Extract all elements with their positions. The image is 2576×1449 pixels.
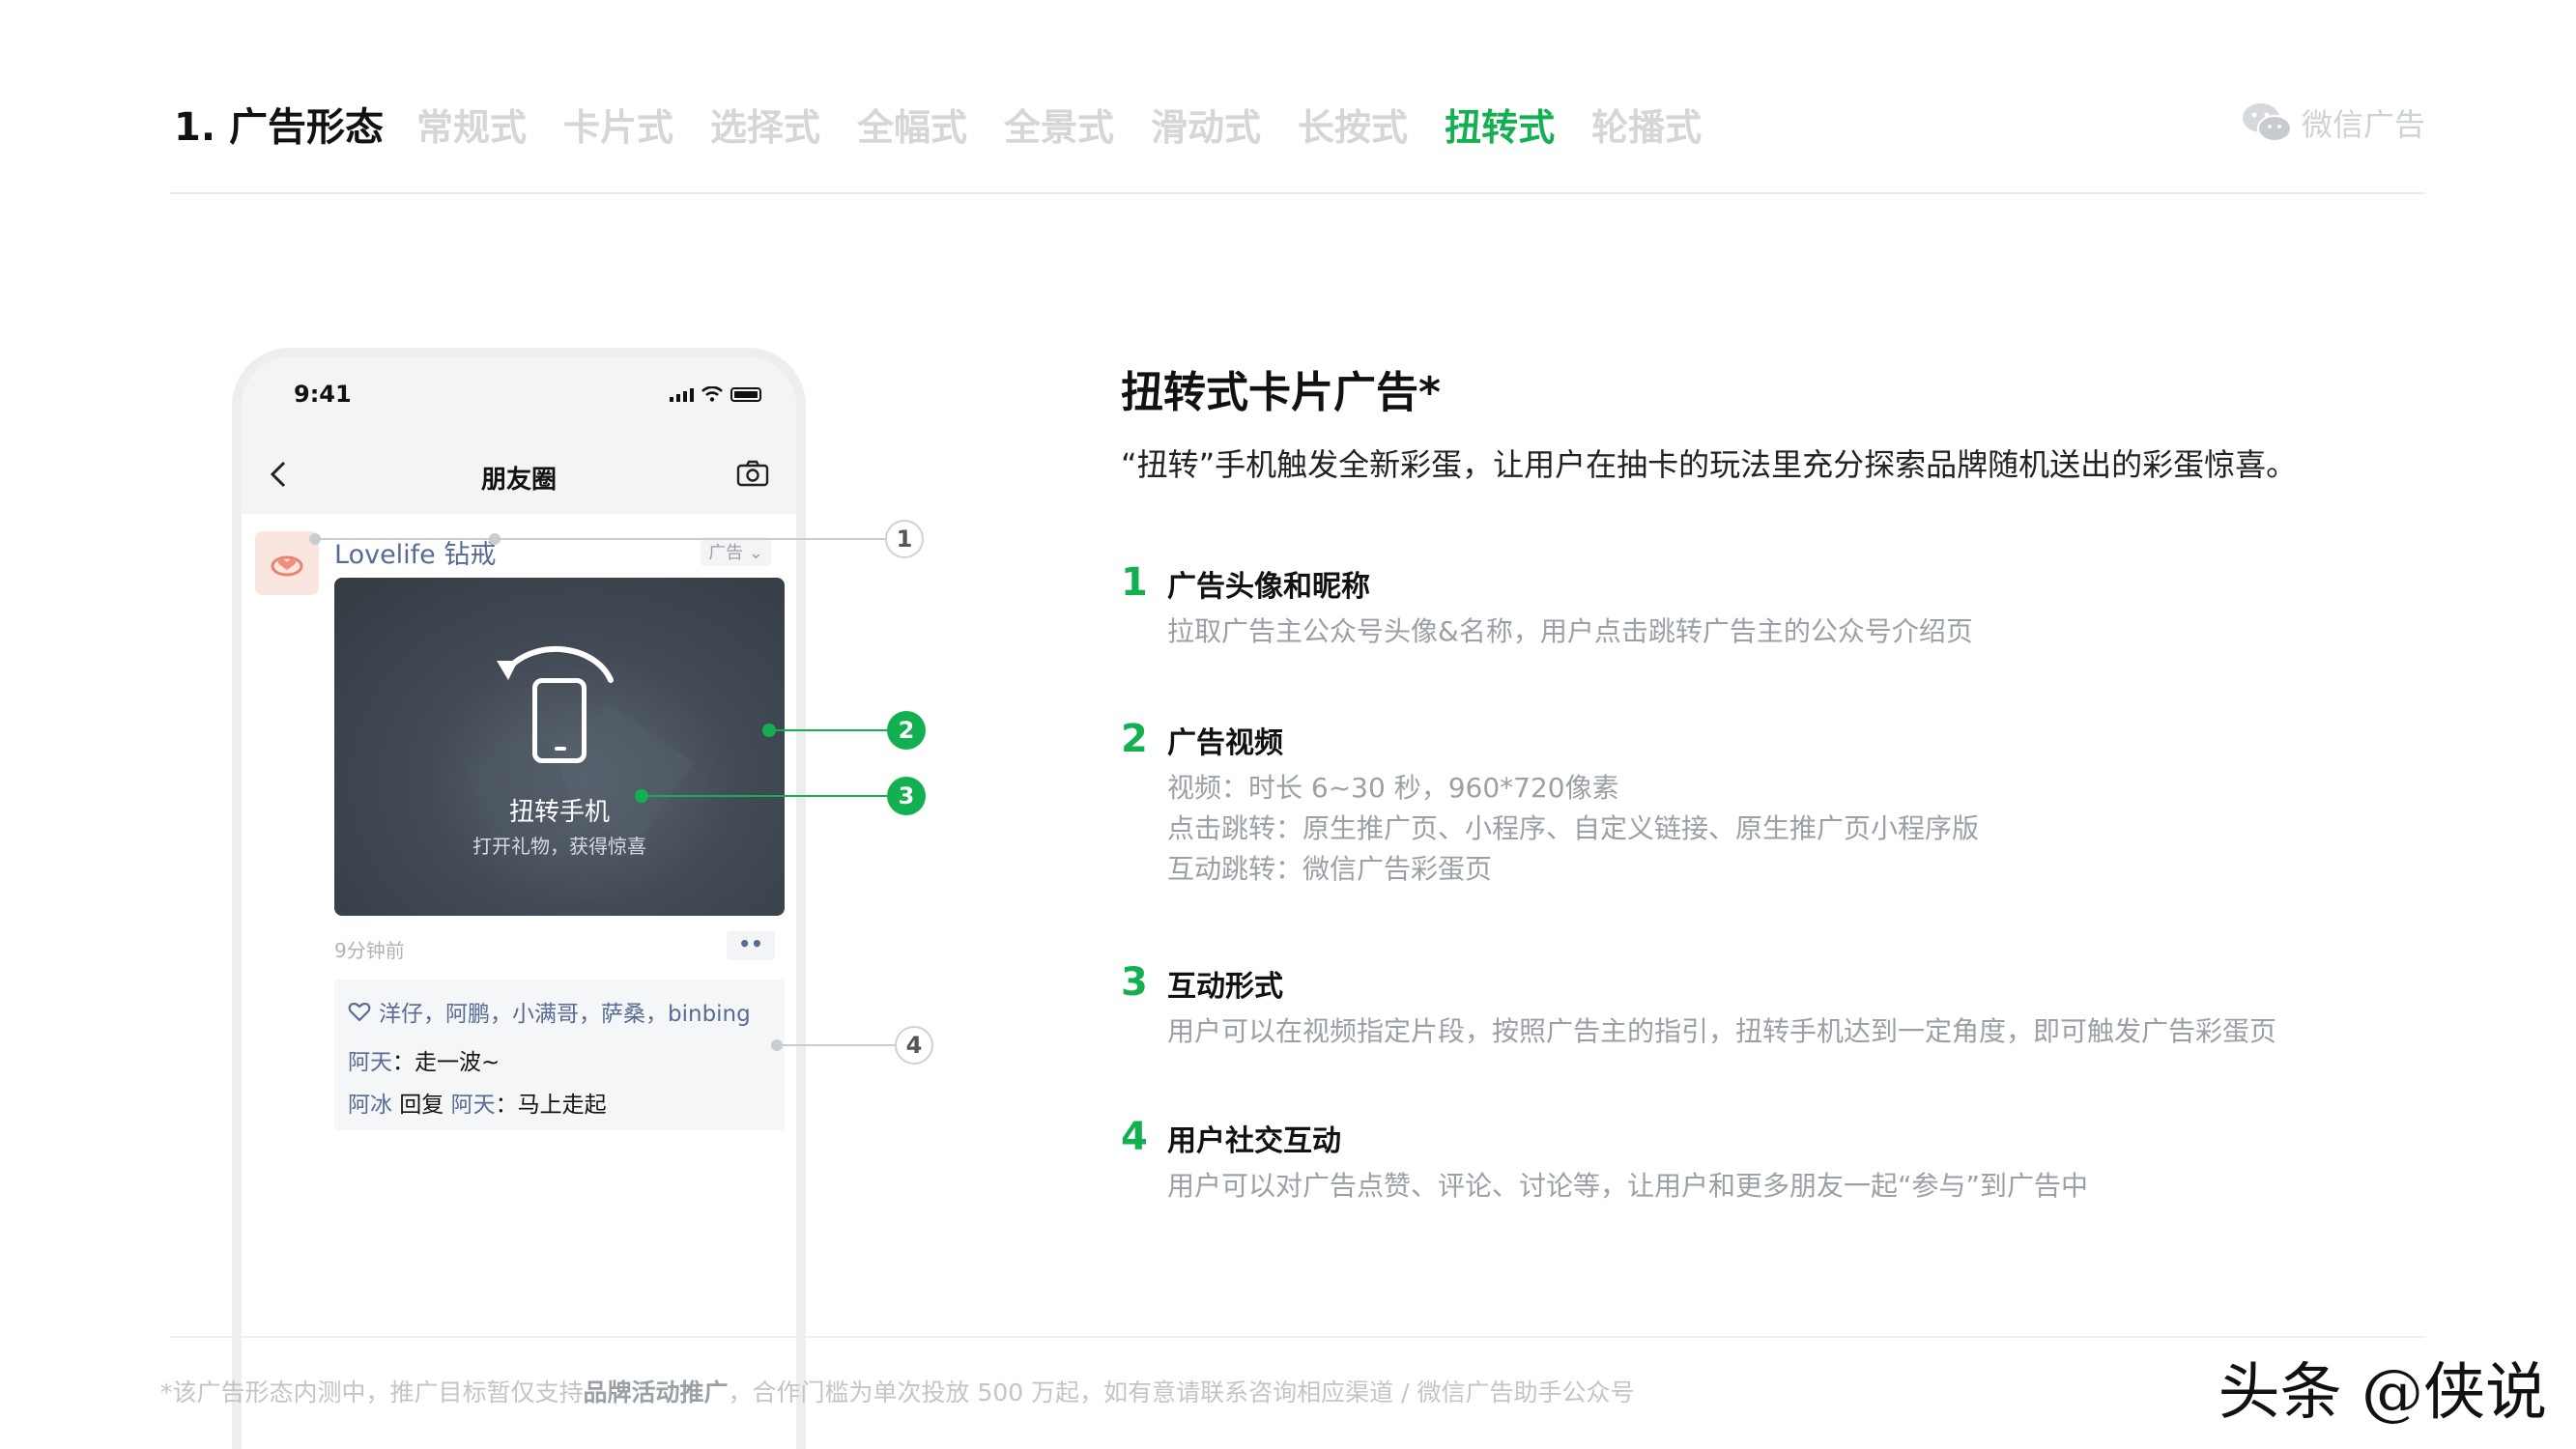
video-sublabel: 打开礼物，获得惊喜 (472, 835, 646, 858)
comment-user[interactable]: 阿天 (348, 1050, 392, 1075)
tab-regular[interactable]: 常规式 (416, 98, 527, 151)
info-description: “扭转”手机触发全新彩蛋，让用户在抽卡的玩法里充分探索品牌随机送出的彩蛋惊喜。 (1121, 446, 2298, 483)
likes-names: 洋仔，阿鹏，小满哥，萨桑，binbing (379, 1002, 751, 1027)
tab-twist[interactable]: 扭转式 (1445, 98, 1555, 151)
ad-format-info: 扭转式卡片广告* “扭转”手机触发全新彩蛋，让用户在抽卡的玩法里充分探索品牌随机… (1121, 357, 2454, 1202)
moments-feed: Lovelife 钻戒 广告 ⌄ 扭转手机 打开礼物，获得惊喜 9分钟前 •• … (242, 514, 796, 1449)
feature-line: 用户可以对广告点赞、评论、讨论等，让用户和更多朋友一起“参与”到广告中 (1167, 1170, 2089, 1202)
feature-number: 1 (1121, 560, 1148, 605)
feature-line: 拉取广告主公众号头像&名称，用户点击跳转广告主的公众号介绍页 (1167, 615, 1973, 647)
nav-title: 朋友圈 (480, 466, 557, 495)
info-heading: 扭转式卡片广告* (1121, 368, 1442, 417)
moments-navbar: 朋友圈 (242, 435, 796, 514)
callout-badge-4: 4 (895, 1026, 933, 1065)
ad-tag[interactable]: 广告 ⌄ (701, 537, 771, 566)
tab-long-press[interactable]: 长按式 (1298, 98, 1408, 151)
header: 1. 广告形态 常规式 卡片式 选择式 全幅式 全景式 滑动式 长按式 扭转式 … (174, 93, 2425, 155)
brand-name: 微信广告 (2301, 106, 2425, 143)
advertiser-avatar[interactable] (255, 531, 319, 595)
comment-user[interactable]: 阿冰 (348, 1093, 392, 1118)
feature-number: 2 (1121, 717, 1148, 761)
feature-title: 广告头像和昵称 (1167, 570, 1370, 604)
status-icons (670, 385, 761, 402)
comment-text: 马上走起 (517, 1093, 607, 1118)
tab-carousel[interactable]: 轮播式 (1591, 98, 1702, 151)
wechat-icon (2242, 101, 2292, 144)
ad-format-nav: 1. 广告形态 常规式 卡片式 选择式 全幅式 全景式 滑动式 长按式 扭转式 … (174, 93, 1738, 155)
feature-line: 互动跳转：微信广告彩蛋页 (1167, 853, 1493, 885)
tab-choice[interactable]: 选择式 (710, 98, 820, 151)
phone-icon (532, 678, 587, 763)
watermark: 头条 @侠说 (2218, 1357, 2547, 1429)
post-time: 9分钟前 (334, 939, 405, 962)
footnote-bold: 品牌活动推广 (583, 1378, 729, 1406)
wifi-icon (701, 385, 723, 402)
more-button[interactable]: •• (727, 931, 775, 960)
feature-video: 2 广告视频 视频：时长 6~30 秒，960*720像素 点击跳转：原生推广页… (1121, 717, 2454, 885)
tab-fullscreen[interactable]: 全幅式 (857, 98, 967, 151)
header-divider (170, 192, 2425, 194)
tab-panorama[interactable]: 全景式 (1004, 98, 1114, 151)
feature-line: 用户可以在视频指定片段，按照广告主的指引，扭转手机达到一定角度，即可触发广告彩蛋… (1167, 1015, 2277, 1047)
comment-item[interactable]: 阿天：走一波~ (348, 1043, 500, 1076)
feature-number: 3 (1121, 960, 1148, 1005)
battery-icon (730, 387, 761, 402)
section-title: 1. 广告形态 (174, 105, 384, 150)
camera-icon[interactable] (736, 460, 769, 487)
status-time: 9:41 (294, 381, 352, 408)
feature-avatar-nickname: 1 广告头像和昵称 拉取广告主公众号头像&名称，用户点击跳转广告主的公众号介绍页 (1121, 560, 2454, 647)
comment-text: 走一波~ (415, 1050, 501, 1075)
footer-divider (170, 1336, 2425, 1338)
ad-video[interactable]: 扭转手机 打开礼物，获得惊喜 (334, 578, 785, 916)
callout-badge-1: 1 (885, 520, 924, 558)
reply-target[interactable]: 阿天 (451, 1093, 496, 1118)
tab-slide[interactable]: 滑动式 (1151, 98, 1261, 151)
feature-line: 点击跳转：原生推广页、小程序、自定义链接、原生推广页小程序版 (1167, 812, 1980, 844)
advertiser-nickname[interactable]: Lovelife 钻戒 (334, 533, 496, 571)
likes-row: 洋仔，阿鹏，小满哥，萨桑，binbing (348, 995, 751, 1028)
feature-title: 用户社交互动 (1167, 1124, 1341, 1158)
callout-badge-2: 2 (887, 711, 926, 750)
status-bar: 9:41 (242, 357, 796, 435)
tab-card[interactable]: 卡片式 (563, 98, 673, 151)
feature-title: 广告视频 (1167, 726, 1283, 760)
feature-number: 4 (1121, 1115, 1148, 1159)
feature-interaction: 3 互动形式 用户可以在视频指定片段，按照广告主的指引，扭转手机达到一定角度，即… (1121, 960, 2454, 1047)
brand-logo: 微信广告 (2242, 100, 2425, 145)
signal-icon (670, 386, 694, 402)
ring-heart-icon (269, 547, 305, 580)
reply-word: 回复 (392, 1093, 451, 1118)
callout-badge-3: 3 (887, 777, 926, 815)
social-interactions: 洋仔，阿鹏，小满哥，萨桑，binbing 阿天：走一波~ 阿冰 回复 阿天：马上… (334, 980, 785, 1130)
footnote: *该广告形态内测中，推广目标暂仅支持品牌活动推广，合作门槛为单次投放 500 万… (160, 1374, 1634, 1408)
comment-item[interactable]: 阿冰 回复 阿天：马上走起 (348, 1086, 607, 1119)
footnote-prefix: *该广告形态内测中，推广目标暂仅支持 (160, 1378, 584, 1406)
feature-title: 互动形式 (1167, 970, 1283, 1004)
comment-separator: ： (392, 1050, 415, 1075)
feature-line: 视频：时长 6~30 秒，960*720像素 (1167, 772, 1619, 804)
comment-separator: ： (495, 1093, 518, 1118)
feature-social: 4 用户社交互动 用户可以对广告点赞、评论、讨论等，让用户和更多朋友一起“参与”… (1121, 1115, 2454, 1202)
phone-mockup: 9:41 朋友圈 Lovelife 钻戒 广告 ⌄ 扭转手机 打开礼物，获得惊喜… (232, 348, 806, 1449)
footnote-suffix: ，合作门槛为单次投放 500 万起，如有意请联系咨询相应渠道 / 微信广告助手公… (728, 1378, 1635, 1406)
video-label: 扭转手机 (508, 798, 610, 827)
heart-icon (348, 1001, 371, 1022)
